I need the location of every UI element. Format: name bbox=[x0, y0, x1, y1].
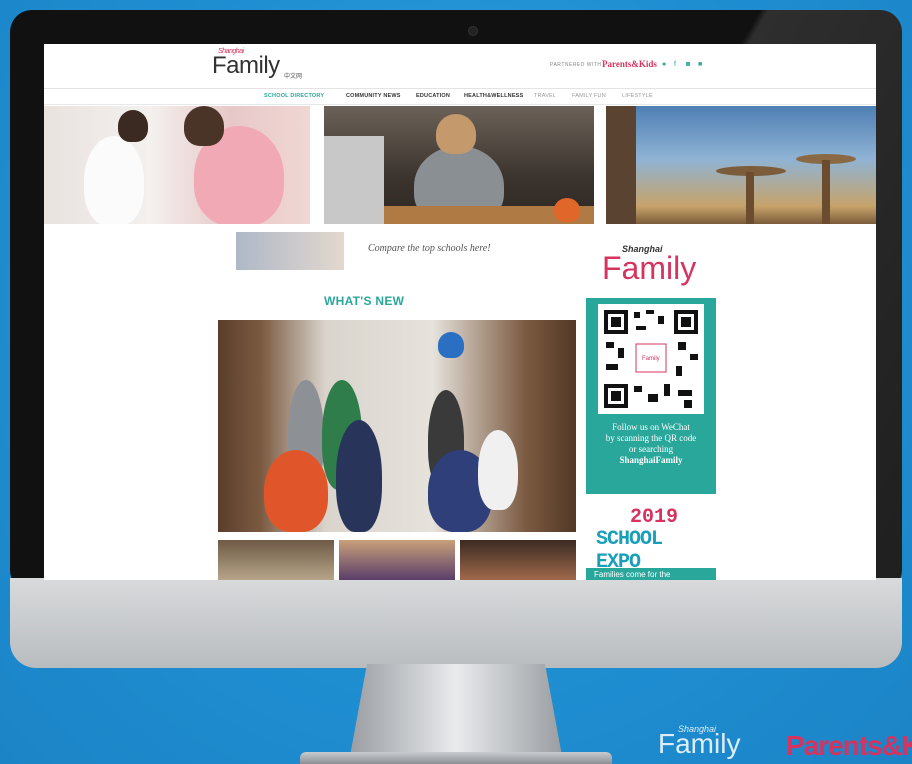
thumbnail-1[interactable] bbox=[218, 540, 334, 580]
website-screen: Shanghai Family 中文网 PARTNERED WITH Paren… bbox=[44, 44, 876, 580]
supertree-left bbox=[606, 106, 636, 224]
woman-head bbox=[436, 114, 476, 154]
monitor-stand bbox=[350, 664, 562, 756]
monitor-base bbox=[300, 752, 612, 764]
thumbnail-2[interactable] bbox=[339, 540, 455, 580]
follow-line-1: Follow us on WeChat bbox=[612, 422, 690, 432]
video-icon[interactable]: ■ bbox=[698, 61, 702, 68]
student-figure bbox=[336, 420, 382, 532]
wechat-icon[interactable]: ● bbox=[662, 61, 666, 68]
partner-label: PARTNERED WITH bbox=[550, 62, 602, 68]
site-logo-small: Shanghai bbox=[218, 48, 244, 55]
student-figure bbox=[264, 450, 328, 532]
section-title: WHAT'S NEW bbox=[324, 294, 405, 308]
nav-item-education[interactable]: EDUCATION bbox=[416, 93, 450, 99]
partner-logo[interactable]: Parents&Kids bbox=[602, 59, 657, 69]
follow-line-3: or searching bbox=[628, 444, 674, 454]
follow-handle: ShanghaiFamily bbox=[619, 455, 683, 465]
child-figure bbox=[84, 136, 144, 224]
pumpkin bbox=[554, 198, 580, 222]
sidebar-logo[interactable]: Shanghai Family bbox=[600, 244, 710, 296]
juicer bbox=[324, 136, 384, 224]
monitor-chin bbox=[10, 578, 902, 668]
hero-image-travel[interactable] bbox=[606, 106, 876, 224]
shanghai-family-logo-small: Shanghai bbox=[678, 724, 717, 734]
school-expo-ad[interactable]: 2019 SCHOOL EXPO Families come for the bbox=[586, 506, 716, 580]
expo-year: 2019 bbox=[630, 506, 679, 529]
nav-item-school-directory[interactable]: SCHOOL DIRECTORY bbox=[264, 93, 324, 99]
main-nav: SCHOOL DIRECTORY COMMUNITY NEWS EDUCATIO… bbox=[44, 91, 876, 105]
follow-line-2: by scanning the QR code bbox=[605, 433, 697, 443]
wechat-follow-box: Family Follow us on WeChat by scanning t… bbox=[586, 298, 716, 494]
nav-item-travel[interactable]: TRAVEL bbox=[534, 93, 556, 99]
hero-image-kitchen[interactable] bbox=[324, 106, 594, 224]
footer-logos: Shanghai Family Parents&K bbox=[640, 718, 912, 764]
nav-item-health-wellness[interactable]: HEALTH&WELLNESS bbox=[464, 93, 523, 99]
banner-text: Compare the top schools here! bbox=[368, 243, 491, 254]
qr-code: Family bbox=[598, 304, 704, 414]
student-figure bbox=[478, 430, 518, 510]
shanghai-family-logo: Shanghai Family bbox=[658, 724, 741, 759]
nav-item-community-news[interactable]: COMMUNITY NEWS bbox=[346, 93, 401, 99]
paper-family-image bbox=[236, 232, 344, 270]
nav-item-family-fun[interactable]: FAMILY FUN bbox=[572, 93, 606, 99]
facebook-icon[interactable]: f bbox=[674, 61, 676, 68]
expo-caption: Families come for the bbox=[594, 570, 671, 579]
instagram-icon[interactable]: ◙ bbox=[686, 61, 690, 68]
parent-head bbox=[184, 106, 224, 146]
qr-center-logo: Family bbox=[642, 356, 660, 362]
globe-icon bbox=[438, 332, 464, 358]
thumbnail-3[interactable] bbox=[460, 540, 576, 580]
child-head bbox=[118, 110, 148, 142]
hero-image-family[interactable] bbox=[44, 106, 310, 224]
site-header: Shanghai Family 中文网 PARTNERED WITH Paren… bbox=[44, 44, 876, 89]
sidebar-logo-text: Family bbox=[602, 250, 697, 286]
supertree-trunk bbox=[822, 160, 830, 224]
nav-item-lifestyle[interactable]: LIFESTYLE bbox=[622, 93, 653, 99]
expo-caption-bar: Families come for the bbox=[586, 568, 716, 580]
webcam-icon bbox=[468, 26, 478, 36]
compare-schools-banner[interactable]: Compare the top schools here! bbox=[236, 232, 530, 270]
nav-divider bbox=[44, 104, 876, 105]
feature-image-library[interactable] bbox=[218, 320, 576, 532]
supertree-trunk bbox=[746, 172, 754, 224]
chinese-site-link[interactable]: 中文网 bbox=[284, 71, 302, 80]
site-logo[interactable]: Shanghai Family bbox=[212, 48, 280, 80]
parents-kids-logo: Parents&K bbox=[786, 730, 912, 761]
